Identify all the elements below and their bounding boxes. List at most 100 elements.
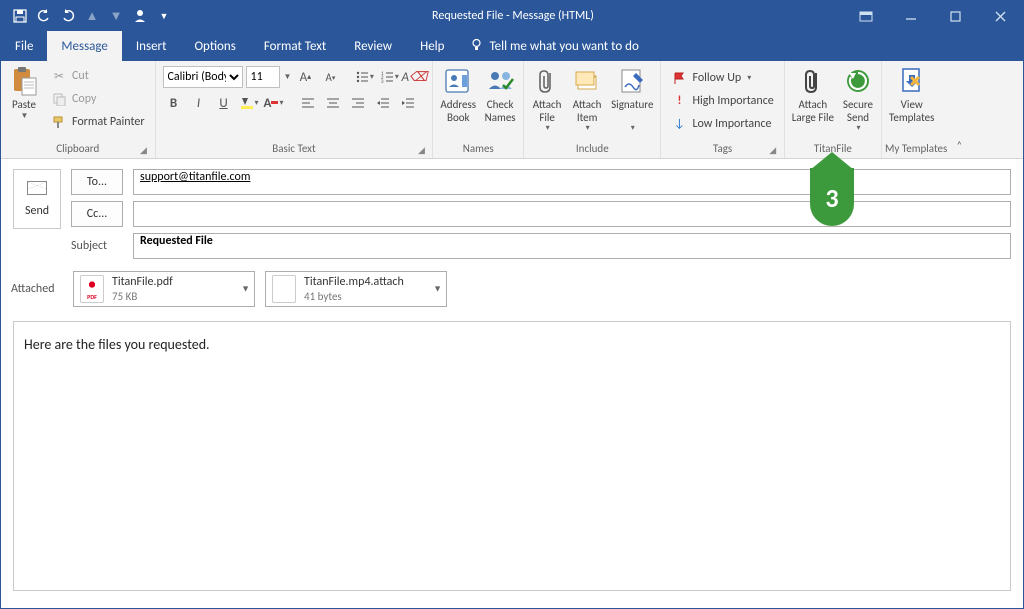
highlight-icon[interactable]: ▾ (238, 92, 260, 114)
undo-icon[interactable] (33, 5, 55, 27)
svg-text:2: 2 (381, 75, 384, 81)
send-button[interactable]: Send (13, 169, 61, 229)
up-arrow-icon: ▲ (81, 5, 103, 27)
exclamation-icon: ! (671, 93, 687, 109)
tab-options[interactable]: Options (180, 31, 249, 61)
tab-message[interactable]: Message (47, 31, 121, 61)
tell-me-label: Tell me what you want to do (489, 39, 638, 54)
numbering-icon[interactable]: 123▾ (378, 66, 400, 88)
paperclip-icon (531, 65, 563, 97)
address-book-icon (442, 65, 474, 97)
tab-review[interactable]: Review (340, 31, 406, 61)
group-label-my-templates: My Templates (885, 140, 947, 158)
view-templates-button[interactable]: View Templates (885, 63, 938, 126)
shrink-font-icon[interactable]: A▾ (319, 66, 341, 88)
templates-icon (896, 65, 928, 97)
font-color-icon[interactable]: A▾ (263, 92, 285, 114)
to-button[interactable]: To... (71, 169, 123, 195)
group-tags: Follow Up▾ ! High Importance ↓ Low Impor… (661, 61, 784, 158)
group-include: Attach File▾ Attach Item▾ Signature▾ Inc… (524, 61, 661, 158)
secure-send-icon (842, 65, 874, 97)
tab-file[interactable]: File (1, 31, 47, 61)
ribbon-display-icon[interactable] (843, 1, 888, 31)
grow-font-icon[interactable]: A▴ (294, 66, 316, 88)
annotation-callout: 3 (810, 168, 854, 228)
bold-button[interactable]: B (163, 92, 185, 114)
maximize-button[interactable] (933, 1, 978, 31)
group-my-templates: View Templates My Templates (882, 61, 950, 158)
decrease-indent-icon[interactable] (372, 92, 394, 114)
signature-button[interactable]: Signature▾ (607, 63, 657, 135)
message-body[interactable]: Here are the files you requested. (13, 321, 1011, 591)
paste-button[interactable]: Paste ▼ (4, 63, 44, 123)
align-left-icon[interactable] (297, 92, 319, 114)
increase-indent-icon[interactable] (397, 92, 419, 114)
copy-button: Copy (46, 88, 150, 110)
close-button[interactable] (978, 1, 1023, 31)
save-icon[interactable] (9, 5, 31, 27)
check-names-icon (484, 65, 516, 97)
dialog-launcher-icon[interactable]: ◢ (767, 144, 779, 156)
align-center-icon[interactable] (322, 92, 344, 114)
redo-icon[interactable] (57, 5, 79, 27)
paperclip-large-icon (797, 65, 829, 97)
paste-icon (8, 65, 40, 97)
svg-text:1: 1 (381, 71, 384, 77)
bullets-icon[interactable]: ▾ (353, 66, 375, 88)
tab-format-text[interactable]: Format Text (250, 31, 340, 61)
attach-file-button[interactable]: Attach File▾ (527, 63, 567, 135)
tab-insert[interactable]: Insert (122, 31, 181, 61)
clear-formatting-icon[interactable]: A⌫ (403, 66, 425, 88)
format-painter-button[interactable]: Format Painter (46, 111, 150, 133)
collapse-ribbon-icon[interactable]: ˄ (950, 61, 968, 158)
qat-customize-icon[interactable]: ▼ (153, 5, 175, 27)
to-field[interactable]: support@titanfile.com (133, 169, 1011, 195)
font-family-select[interactable]: Calibri (Body) (163, 66, 243, 88)
italic-button[interactable]: I (188, 92, 210, 114)
chevron-down-icon[interactable]: ▼ (241, 284, 250, 295)
tab-help[interactable]: Help (406, 31, 458, 61)
envelope-icon (27, 181, 47, 195)
align-right-icon[interactable] (347, 92, 369, 114)
attach-large-file-button[interactable]: Attach Large File (788, 63, 838, 126)
attached-label: Attached (11, 282, 63, 296)
window-title: Requested File - Message (HTML) (183, 9, 843, 23)
group-clipboard: Paste ▼ ✂ Cut Copy Form (1, 61, 156, 158)
svg-text:3: 3 (381, 79, 384, 84)
secure-send-button[interactable]: Secure Send▾ (838, 63, 878, 135)
subject-label: Subject (71, 239, 123, 253)
attachment-item[interactable]: TitanFile.pdf 75 KB ▼ (73, 271, 255, 307)
down-arrow-icon: ▼ (105, 5, 127, 27)
down-arrow-blue-icon: ↓ (671, 116, 687, 132)
quick-access-toolbar: ▲ ▼ ▼ (1, 5, 183, 27)
check-names-button[interactable]: Check Names (480, 63, 520, 126)
minimize-button[interactable] (888, 1, 933, 31)
chevron-down-icon[interactable]: ▼ (433, 284, 442, 295)
subject-field[interactable]: Requested File (133, 233, 1011, 259)
cc-button[interactable]: Cc... (71, 201, 123, 227)
dialog-launcher-icon[interactable]: ◢ (415, 144, 427, 156)
chevron-down-icon: ▼ (21, 112, 29, 121)
underline-button[interactable]: U (213, 92, 235, 114)
low-importance-button[interactable]: ↓ Low Importance (666, 113, 778, 135)
paintbrush-icon (51, 114, 67, 130)
person-icon[interactable] (129, 5, 151, 27)
address-book-button[interactable]: Address Book (436, 63, 480, 126)
high-importance-button[interactable]: ! High Importance (666, 90, 778, 112)
ribbon: Paste ▼ ✂ Cut Copy Form (1, 61, 1023, 159)
attach-item-icon (571, 65, 603, 97)
attachments-row: Attached TitanFile.pdf 75 KB ▼ TitanFile… (1, 267, 1023, 315)
attach-item-button[interactable]: Attach Item▾ (567, 63, 607, 135)
generic-file-icon (272, 275, 296, 303)
pdf-file-icon (80, 275, 104, 303)
tell-me-search[interactable]: Tell me what you want to do (458, 31, 650, 61)
scissors-icon: ✂ (51, 68, 67, 84)
group-label-include: Include (527, 140, 657, 158)
font-size-input[interactable] (246, 66, 280, 88)
follow-up-button[interactable]: Follow Up▾ (666, 67, 778, 89)
group-label-basic-text: Basic Text ◢ (159, 140, 430, 158)
attachment-item[interactable]: TitanFile.mp4.attach 41 bytes ▼ (265, 271, 447, 307)
dialog-launcher-icon[interactable]: ◢ (138, 144, 150, 156)
lightbulb-icon (470, 38, 483, 55)
cc-field[interactable] (133, 201, 1011, 227)
